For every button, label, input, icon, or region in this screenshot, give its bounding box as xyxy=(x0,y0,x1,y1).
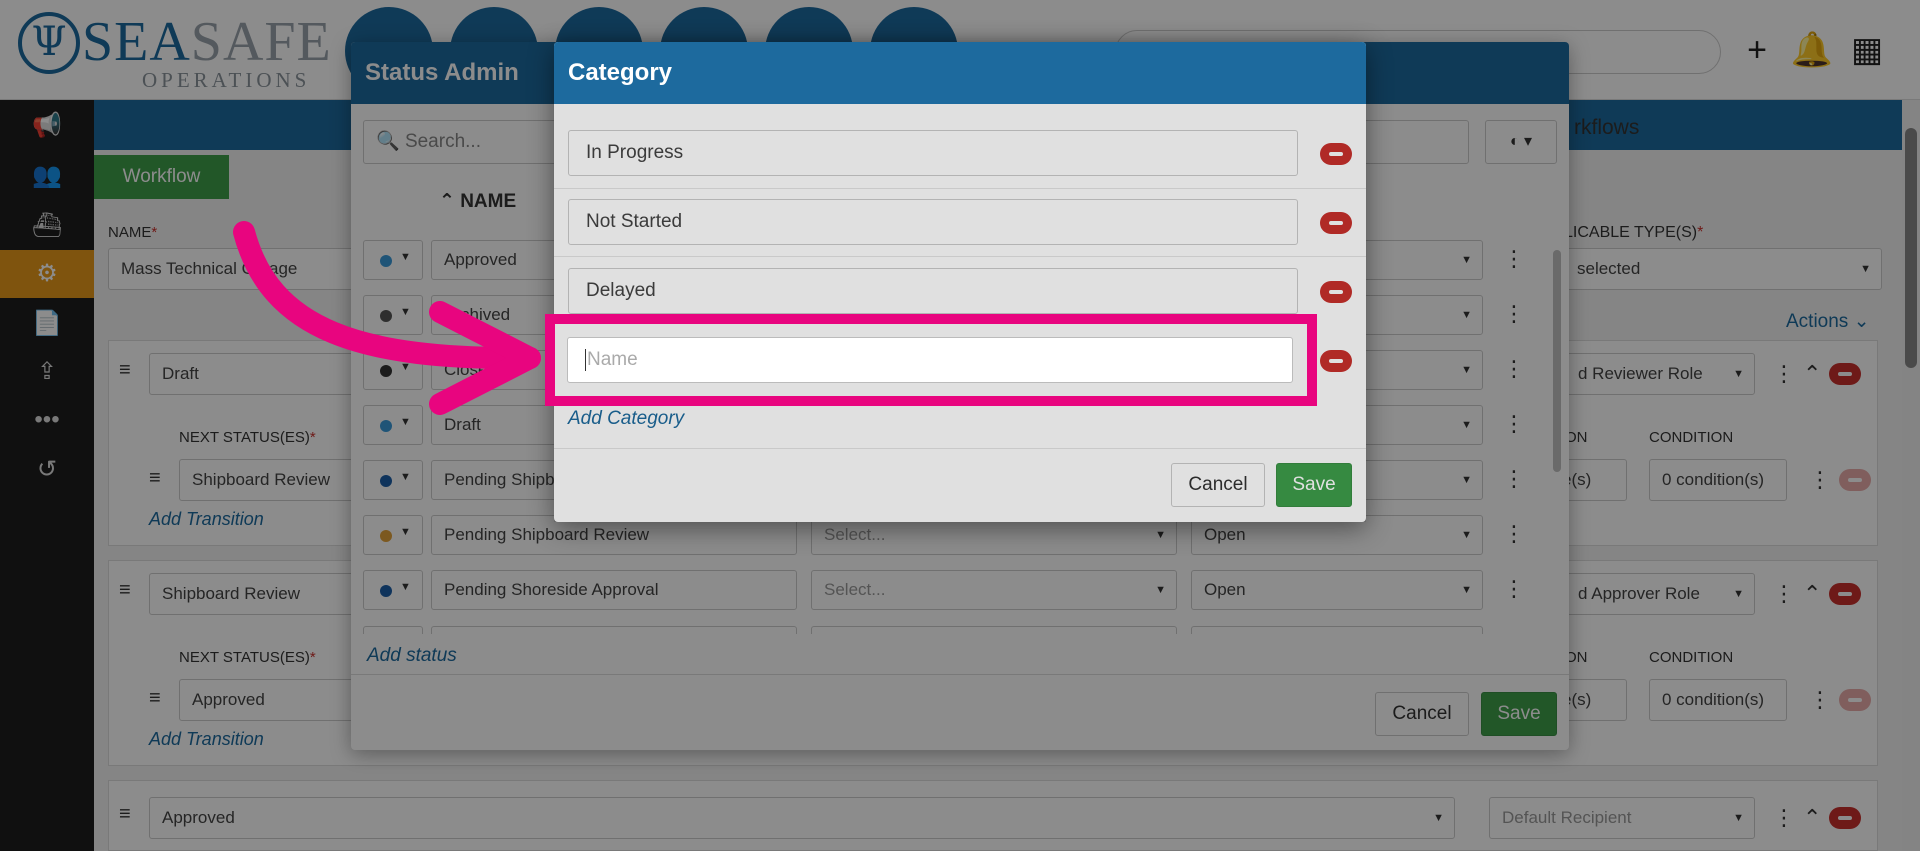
category-dim-overlay xyxy=(554,104,1366,522)
text-cursor xyxy=(585,348,586,371)
new-category-name-input[interactable]: Name xyxy=(567,337,1293,383)
category-title: Category xyxy=(554,42,1366,104)
pointer-arrow-icon xyxy=(233,221,541,415)
